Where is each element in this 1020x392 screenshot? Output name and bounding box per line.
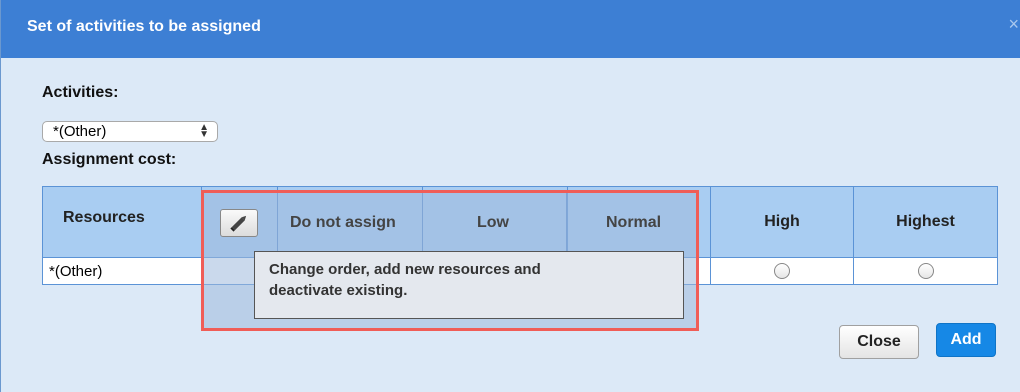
row-cell-high [710,257,854,285]
tooltip-line-2: deactivate existing. [269,282,408,299]
dialog: Set of activities to be assigned × Activ… [0,0,1020,392]
add-button[interactable]: Add [936,323,996,357]
row-resource-label: *(Other) [42,257,202,285]
close-button[interactable]: Close [839,325,919,359]
radio-highest[interactable] [917,263,934,279]
tooltip-line-1: Change order, add new resources and [269,261,541,278]
assignment-cost-label: Assignment cost: [42,151,177,168]
close-icon[interactable]: × [1008,14,1019,34]
select-arrows-icon: ▲ ▼ [199,122,209,140]
column-header-high: High [710,186,854,258]
activities-select-value: *(Other) [53,123,107,140]
dialog-titlebar: Set of activities to be assigned × [1,0,1020,58]
dialog-title: Set of activities to be assigned [27,18,261,35]
row-cell-highest [853,257,998,285]
activities-label: Activities: [42,84,119,101]
column-header-resources: Resources [42,186,202,258]
radio-high[interactable] [774,263,790,279]
column-header-resources-label: Resources [63,209,145,226]
edit-tooltip: Change order, add new resources and deac… [254,251,684,319]
activities-select[interactable]: *(Other) ▲ ▼ [42,121,218,142]
column-header-highest: Highest [853,186,998,258]
